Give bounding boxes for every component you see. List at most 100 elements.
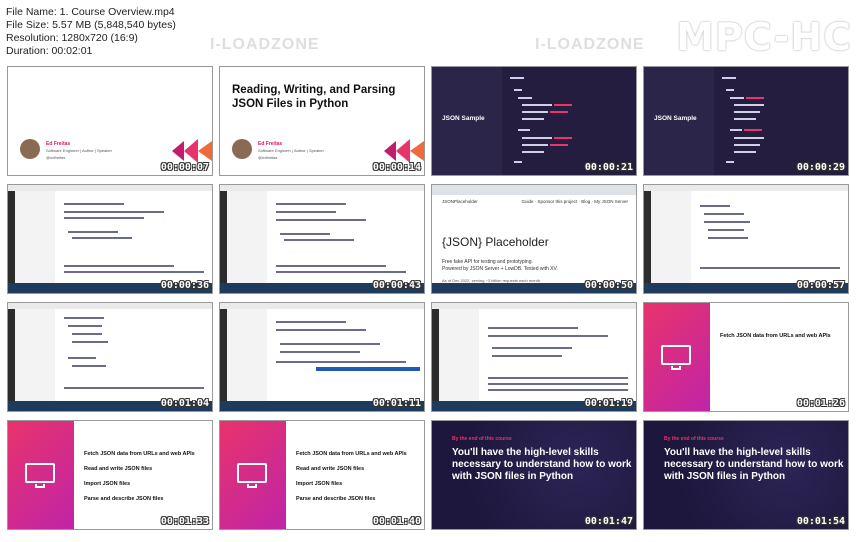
timestamp: 00:00:07 bbox=[160, 162, 209, 173]
code-line bbox=[492, 347, 572, 349]
json-code-panel bbox=[714, 67, 848, 175]
thumbnail-16[interactable]: By the end of this course You'll have th… bbox=[643, 420, 849, 530]
thumbnail-7[interactable]: JSONPlaceholder Guide · Sponsor this pro… bbox=[431, 184, 637, 294]
code-line bbox=[726, 89, 734, 91]
objective-item: Read and write JSON files bbox=[296, 466, 365, 472]
code-line bbox=[68, 325, 102, 327]
timestamp: 00:01:04 bbox=[160, 398, 209, 409]
objective-item: Fetch JSON data from URLs and web APIs bbox=[296, 451, 407, 457]
vscode-activity-bar bbox=[432, 309, 439, 401]
speaker-name: Ed Freitas bbox=[46, 141, 71, 147]
code-line bbox=[72, 365, 106, 367]
terminal-line bbox=[276, 271, 406, 273]
terminal-line bbox=[276, 361, 406, 363]
timestamp: 00:01:40 bbox=[372, 516, 421, 527]
objective-item: Parse and describe JSON files bbox=[84, 496, 164, 502]
code-line bbox=[734, 137, 764, 139]
code-line bbox=[488, 327, 578, 329]
json-sample-label: JSON Sample bbox=[442, 115, 485, 122]
code-line bbox=[72, 237, 132, 239]
code-line bbox=[276, 219, 366, 221]
vscode-explorer bbox=[439, 309, 479, 401]
code-line bbox=[522, 111, 548, 113]
file-resolution: Resolution: 1280x720 (16:9) bbox=[6, 32, 138, 44]
code-line bbox=[276, 211, 336, 213]
code-line bbox=[704, 213, 744, 215]
code-line bbox=[700, 205, 730, 207]
thumbnail-5[interactable]: 00:00:36 bbox=[7, 184, 213, 294]
objective-item: Fetch JSON data from URLs and web APIs bbox=[720, 333, 831, 339]
watermark-2: I-LOADZONE bbox=[535, 36, 645, 53]
vscode-activity-bar bbox=[220, 191, 227, 283]
brand-shape-icon bbox=[384, 139, 424, 163]
end-text: You'll have the high-level skills necess… bbox=[452, 447, 632, 482]
autocomplete-highlight bbox=[316, 367, 420, 371]
timestamp: 00:01:54 bbox=[796, 516, 845, 527]
code-arrow bbox=[550, 144, 568, 146]
mpc-hc-logo: MPC-HC bbox=[676, 15, 852, 59]
watermark-1: I-LOADZONE bbox=[210, 36, 320, 53]
code-arrow bbox=[550, 111, 568, 113]
file-name: File Name: 1. Course Overview.mp4 bbox=[6, 6, 175, 18]
code-line bbox=[488, 335, 608, 337]
pink-panel bbox=[8, 421, 74, 529]
timestamp: 00:01:11 bbox=[372, 398, 421, 409]
pink-panel bbox=[644, 303, 710, 411]
code-line bbox=[64, 211, 164, 213]
code-line bbox=[72, 341, 108, 343]
code-line bbox=[522, 144, 548, 146]
code-line bbox=[522, 104, 552, 106]
monitor-stand-icon bbox=[671, 366, 681, 370]
monitor-stand-icon bbox=[35, 484, 45, 488]
objective-item: Parse and describe JSON files bbox=[296, 496, 376, 502]
terminal-line bbox=[700, 267, 840, 269]
objective-item: Read and write JSON files bbox=[84, 466, 153, 472]
thumbnail-10[interactable]: 00:01:11 bbox=[219, 302, 425, 412]
thumbnail-2[interactable]: Reading, Writing, and Parsing JSON Files… bbox=[219, 66, 425, 176]
terminal-line bbox=[488, 383, 628, 385]
vscode-explorer bbox=[651, 191, 691, 283]
code-line bbox=[72, 333, 102, 335]
timestamp: 00:00:21 bbox=[584, 162, 633, 173]
thumbnail-9[interactable]: 00:01:04 bbox=[7, 302, 213, 412]
thumbnail-8[interactable]: 00:00:57 bbox=[643, 184, 849, 294]
pink-panel bbox=[220, 421, 286, 529]
timestamp: 00:00:29 bbox=[796, 162, 845, 173]
speaker-name: Ed Freitas bbox=[258, 141, 283, 147]
speaker-avatar bbox=[232, 139, 252, 159]
code-line bbox=[522, 118, 544, 120]
file-size: File Size: 5.57 MB (5,848,540 bytes) bbox=[6, 19, 176, 31]
thumbnail-3[interactable]: JSON Sample 00:00:21 bbox=[431, 66, 637, 176]
timestamp: 00:00:57 bbox=[796, 280, 845, 291]
monitor-icon bbox=[25, 463, 55, 483]
code-line bbox=[518, 129, 530, 131]
code-line bbox=[284, 239, 354, 241]
code-line bbox=[734, 151, 756, 153]
code-line bbox=[708, 229, 744, 231]
code-line bbox=[280, 343, 380, 345]
page-powered-by: Powered by JSON Server + LowDB. Tested w… bbox=[442, 266, 558, 272]
code-line bbox=[704, 221, 750, 223]
thumbnail-15[interactable]: By the end of this course You'll have th… bbox=[431, 420, 637, 530]
timestamp: 00:01:47 bbox=[584, 516, 633, 527]
thumbnail-12[interactable]: Fetch JSON data from URLs and web APIs 0… bbox=[643, 302, 849, 412]
speaker-role: Software Engineer | Author | Speaker bbox=[46, 148, 112, 153]
json-code-panel bbox=[502, 67, 636, 175]
end-kicker: By the end of this course bbox=[664, 436, 724, 442]
code-line bbox=[276, 203, 346, 205]
file-info: File Name: 1. Course Overview.mp4 File S… bbox=[6, 6, 176, 58]
code-line bbox=[276, 321, 346, 323]
thumbnail-1[interactable]: Ed Freitas Software Engineer | Author | … bbox=[7, 66, 213, 176]
end-text: You'll have the high-level skills necess… bbox=[664, 447, 844, 482]
thumbnail-11[interactable]: 00:01:19 bbox=[431, 302, 637, 412]
code-line bbox=[510, 77, 524, 79]
terminal-line bbox=[64, 265, 174, 267]
thumbnail-13[interactable]: Fetch JSON data from URLs and web APIs R… bbox=[7, 420, 213, 530]
vscode-activity-bar bbox=[8, 191, 15, 283]
thumbnail-4[interactable]: JSON Sample 00:00:29 bbox=[643, 66, 849, 176]
thumbnail-14[interactable]: Fetch JSON data from URLs and web APIs R… bbox=[219, 420, 425, 530]
json-sample-label: JSON Sample bbox=[654, 115, 697, 122]
thumbnail-6[interactable]: 00:00:43 bbox=[219, 184, 425, 294]
page-title: {JSON} Placeholder bbox=[442, 235, 549, 249]
brand-shape-icon bbox=[172, 139, 212, 163]
